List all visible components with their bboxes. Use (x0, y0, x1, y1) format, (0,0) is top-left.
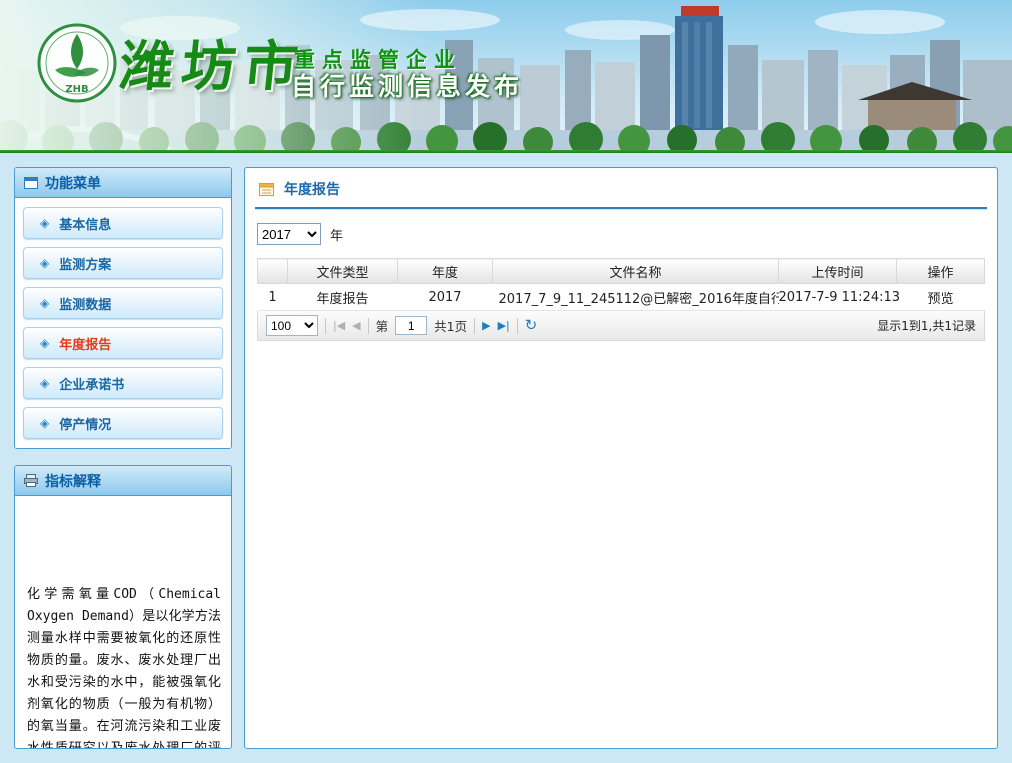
diamond-icon: ◈ (40, 336, 49, 350)
cell-upload-time: 2017-7-9 11:24:13 (779, 284, 897, 311)
page-number-input[interactable] (395, 316, 427, 335)
indicator-explanation-header: 指标解释 (15, 466, 231, 496)
header-operation: 操作 (897, 259, 985, 284)
sidebar-item-commitment-letter[interactable]: ◈ 企业承诺书 (23, 367, 223, 399)
indicator-explanation-panel: 指标解释 化学需氧量COD（Chemical Oxygen Demand）是以化… (14, 465, 232, 749)
cell-file-name: 2017_7_9_11_245112@已解密_2016年度自行监测开展情况年 (493, 284, 779, 311)
header-index (258, 259, 288, 284)
environmental-logo-icon: ZHB (36, 22, 118, 104)
annual-report-content: 2017 年 文件类型 年度 文件名称 上传时间 操作 (245, 210, 997, 354)
diamond-icon: ◈ (40, 416, 49, 430)
report-note-icon (258, 181, 275, 198)
site-title: 潍坊市 (116, 22, 310, 101)
diamond-icon: ◈ (40, 376, 49, 390)
annual-report-table: 文件类型 年度 文件名称 上传时间 操作 1 年度报告 2017 2017_7_… (257, 258, 985, 311)
header-upload-time: 上传时间 (779, 259, 897, 284)
sidebar-item-production-halt[interactable]: ◈ 停产情况 (23, 407, 223, 439)
page-content: 功能菜单 ◈ 基本信息 ◈ 监测方案 ◈ 监测数据 ◈ 年度报告 (0, 153, 1012, 763)
year-suffix-label: 年 (330, 225, 343, 244)
cell-file-type: 年度报告 (288, 284, 398, 311)
page-title: 年度报告 (284, 179, 340, 199)
preview-link[interactable]: 预览 (897, 284, 985, 311)
function-menu-title: 功能菜单 (45, 173, 101, 193)
indicator-explanation-title: 指标解释 (45, 471, 101, 491)
indicator-explanation-text: 化学需氧量COD（Chemical Oxygen Demand）是以化学方法测量… (15, 496, 231, 748)
logo-text: ZHB (65, 84, 88, 95)
separator (474, 318, 475, 334)
page-size-select[interactable]: 100 (266, 315, 318, 336)
header-year: 年度 (398, 259, 493, 284)
separator (368, 318, 369, 334)
annual-report-panel: 年度报告 2017 年 文件类型 年度 (244, 167, 998, 749)
function-menu-list: ◈ 基本信息 ◈ 监测方案 ◈ 监测数据 ◈ 年度报告 ◈ 企业承诺书 (15, 198, 231, 448)
sidebar-item-label: 企业承诺书 (59, 374, 124, 393)
total-pages-label: 共1页 (434, 316, 467, 335)
sidebar-item-label: 年度报告 (59, 334, 111, 353)
sidebar-item-label: 监测数据 (59, 294, 111, 313)
table-header-row: 文件类型 年度 文件名称 上传时间 操作 (258, 259, 985, 284)
diamond-icon: ◈ (40, 256, 49, 270)
cell-year: 2017 (398, 284, 493, 311)
pagination-bar: 100 |◀ ◀ 第 共1页 ▶ ▶| ↻ 显示1到1,共1记录 (257, 311, 985, 341)
year-select[interactable]: 2017 (257, 223, 321, 245)
refresh-icon[interactable]: ↻ (525, 318, 538, 333)
records-summary: 显示1到1,共1记录 (877, 317, 976, 334)
sidebar-item-label: 停产情况 (59, 414, 111, 433)
printer-icon (24, 474, 38, 487)
annual-report-header: 年度报告 (245, 168, 997, 207)
table-row: 1 年度报告 2017 2017_7_9_11_245112@已解密_2016年… (258, 284, 985, 311)
sidebar-item-annual-report[interactable]: ◈ 年度报告 (23, 327, 223, 359)
page-prefix-label: 第 (376, 316, 389, 335)
site-logo: ZHB (36, 22, 118, 108)
header-file-name: 文件名称 (493, 259, 779, 284)
next-page-button[interactable]: ▶ (482, 320, 490, 331)
diamond-icon: ◈ (40, 296, 49, 310)
sidebar-item-basic-info[interactable]: ◈ 基本信息 (23, 207, 223, 239)
menu-window-icon (24, 177, 38, 189)
first-page-button[interactable]: |◀ (333, 320, 345, 331)
site-subtitle-monitoring: 自行监测信息发布 (291, 67, 523, 103)
separator (325, 318, 326, 334)
last-page-button[interactable]: ▶| (498, 320, 510, 331)
year-filter-row: 2017 年 (257, 223, 985, 245)
separator (517, 318, 518, 334)
header-file-type: 文件类型 (288, 259, 398, 284)
sidebar: 功能菜单 ◈ 基本信息 ◈ 监测方案 ◈ 监测数据 ◈ 年度报告 (14, 167, 232, 749)
sidebar-item-label: 基本信息 (59, 214, 111, 233)
diamond-icon: ◈ (40, 216, 49, 230)
header-banner: ZHB 潍坊市 重点监管企业 自行监测信息发布 (0, 0, 1012, 150)
sidebar-item-monitoring-plan[interactable]: ◈ 监测方案 (23, 247, 223, 279)
prev-page-button[interactable]: ◀ (352, 320, 360, 331)
function-menu-header: 功能菜单 (15, 168, 231, 198)
cell-index: 1 (258, 284, 288, 311)
function-menu-panel: 功能菜单 ◈ 基本信息 ◈ 监测方案 ◈ 监测数据 ◈ 年度报告 (14, 167, 232, 449)
sidebar-item-monitoring-data[interactable]: ◈ 监测数据 (23, 287, 223, 319)
sidebar-item-label: 监测方案 (59, 254, 111, 273)
